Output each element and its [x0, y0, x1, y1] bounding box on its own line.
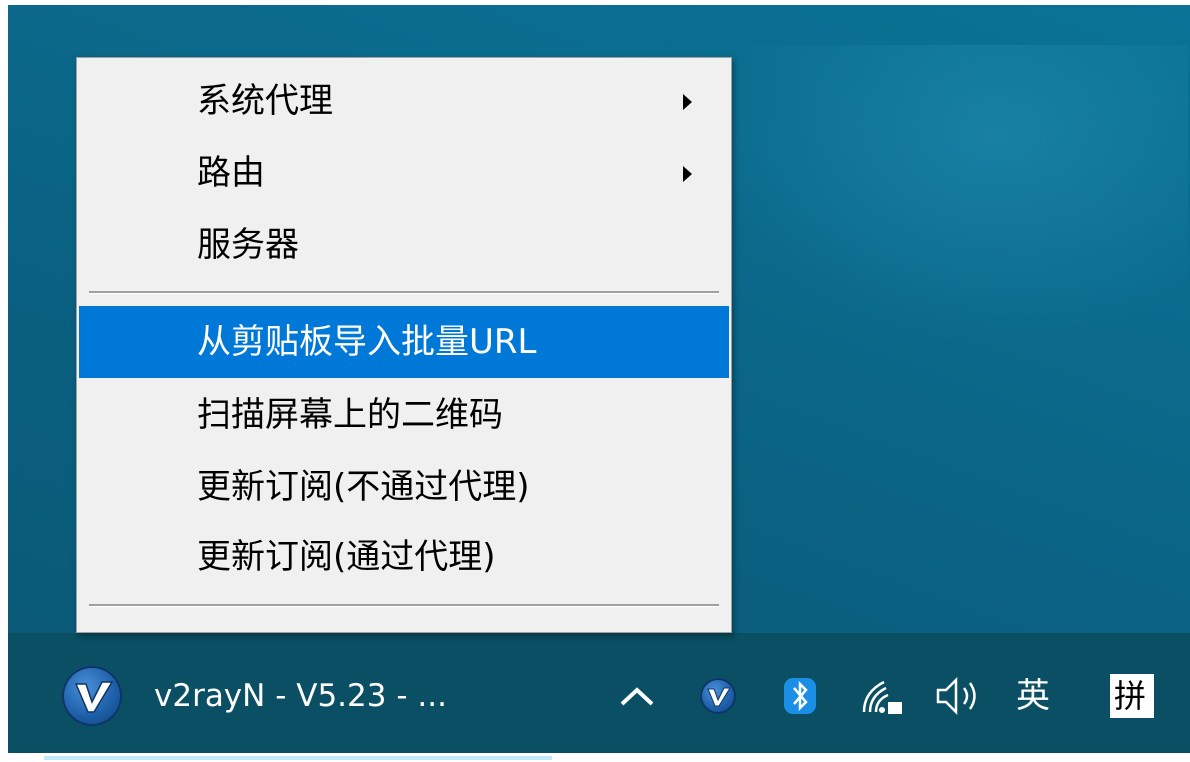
submenu-arrow-icon [683, 94, 692, 110]
input-mode-label: 拼 [1114, 677, 1147, 715]
menu-item-scan-qr-code[interactable]: 扫描屏幕上的二维码 [79, 382, 729, 448]
input-language-label: 英 [1016, 676, 1050, 716]
menu-item-servers[interactable]: 服务器 [79, 212, 729, 278]
menu-item-label: 服务器 [197, 225, 299, 265]
submenu-arrow-icon [683, 166, 692, 182]
menu-item-update-subscription-direct[interactable]: 更新订阅(不通过代理) [79, 454, 729, 520]
menu-item-label: 从剪贴板导入批量URL [197, 322, 537, 362]
menu-item-routing[interactable]: 路由 [79, 140, 729, 206]
menu-item-label: 更新订阅(不通过代理) [197, 467, 530, 507]
volume-icon [936, 676, 976, 716]
network-tray-button[interactable] [856, 668, 908, 724]
volume-tray-button[interactable] [930, 668, 988, 724]
menu-item-import-from-clipboard[interactable]: 从剪贴板导入批量URL [79, 306, 729, 378]
wifi-icon [862, 680, 902, 714]
bluetooth-tray-button[interactable] [776, 668, 824, 724]
bluetooth-icon [784, 678, 816, 714]
v2rayn-logo-icon [62, 666, 122, 726]
v2rayn-tray-icon[interactable] [696, 668, 744, 724]
menu-item-system-proxy[interactable]: 系统代理 [79, 68, 729, 134]
desktop-glow [708, 45, 1188, 345]
tray-context-menu: 系统代理 路由 服务器 从剪贴板导入批量URL 扫描屏幕上的二维码 更新订阅(不… [76, 57, 732, 633]
menu-item-label: 扫描屏幕上的二维码 [197, 395, 503, 435]
taskbar-app-button[interactable]: v2rayN - V5.23 - ... [56, 660, 536, 732]
v2rayn-logo-icon [700, 678, 736, 714]
input-mode-indicator[interactable]: 拼 [1106, 668, 1162, 724]
menu-item-label: 路由 [197, 153, 265, 193]
taskbar-app-title: v2rayN - V5.23 - ... [154, 678, 447, 714]
active-app-indicator [44, 756, 552, 760]
menu-item-update-subscription-proxy[interactable]: 更新订阅(通过代理) [79, 524, 729, 590]
chevron-up-icon [620, 687, 654, 706]
screen: 系统代理 路由 服务器 从剪贴板导入批量URL 扫描屏幕上的二维码 更新订阅(不… [0, 0, 1190, 762]
input-language-indicator[interactable]: 英 [1012, 668, 1068, 724]
menu-item-label: 系统代理 [197, 81, 333, 121]
menu-separator [89, 291, 719, 294]
menu-separator [89, 604, 719, 607]
menu-item-label: 更新订阅(通过代理) [197, 537, 496, 577]
show-hidden-icons-button[interactable] [612, 668, 662, 724]
